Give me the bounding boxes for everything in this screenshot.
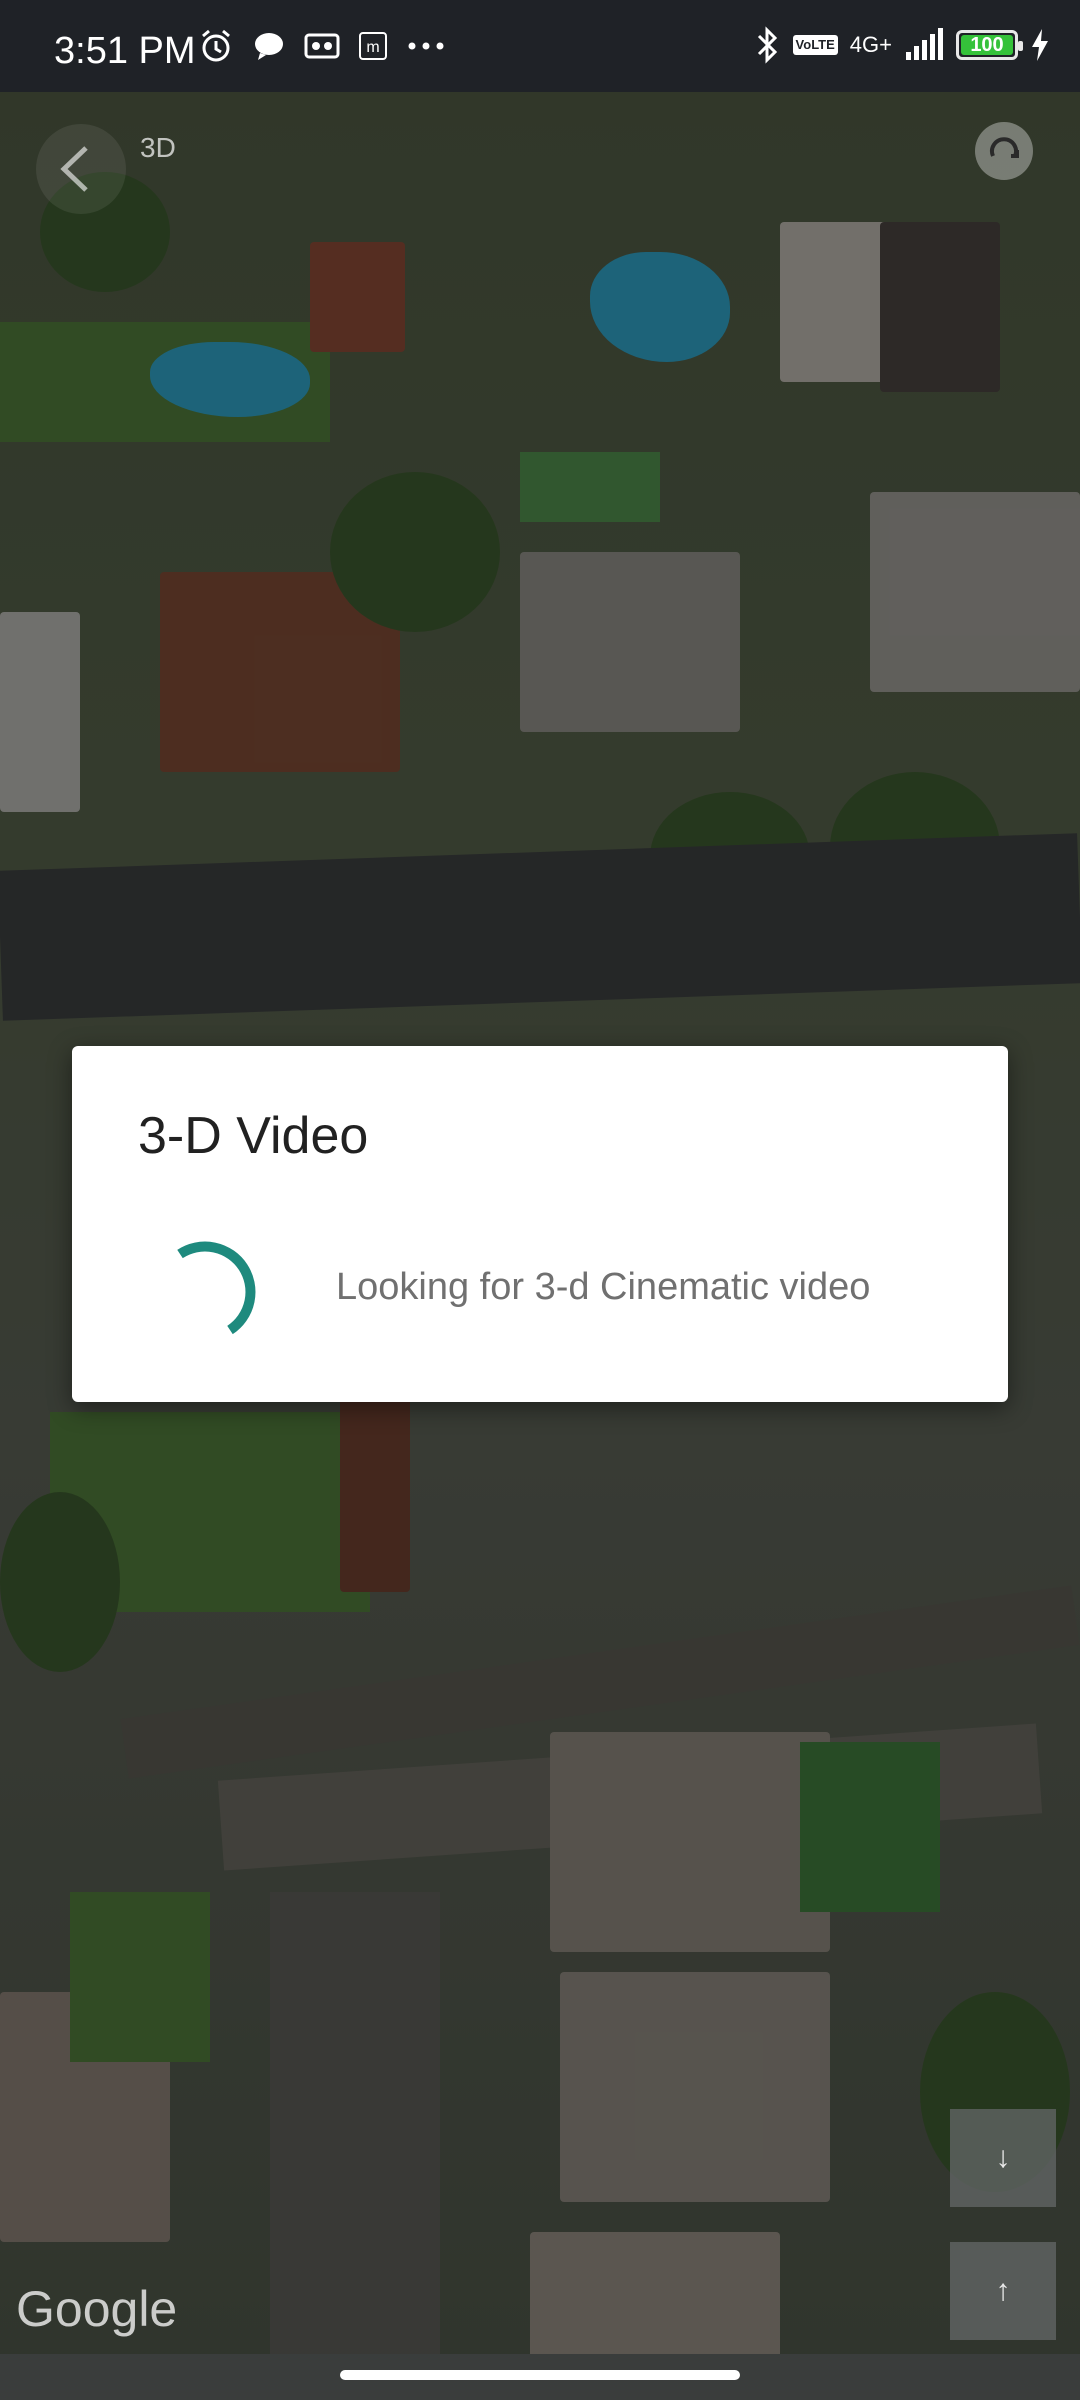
- dialog-title: 3-D Video: [138, 1107, 369, 1165]
- navigation-bar: [0, 2354, 1080, 2400]
- status-notification-icons: m: [198, 28, 446, 64]
- loading-spinner-icon: [177, 1241, 256, 1335]
- battery-level: 100: [970, 33, 1004, 56]
- network-type: 4G+: [849, 32, 892, 57]
- zoom-down-button[interactable]: ↓: [950, 2109, 1056, 2207]
- charging-bolt-icon: [1032, 29, 1048, 61]
- chat-icon: [255, 33, 283, 60]
- zoom-up-button[interactable]: ↑: [950, 2242, 1056, 2340]
- back-button[interactable]: [36, 124, 126, 214]
- status-system-icons: VoLTE 4G+ 100: [755, 26, 1050, 64]
- voicemail-icon: [304, 33, 340, 59]
- view-mode-3d[interactable]: 3D: [140, 132, 176, 164]
- back-arrow-icon: [60, 146, 88, 192]
- rotate-icon: [990, 137, 1019, 158]
- bluetooth-icon: [757, 26, 777, 64]
- volte-badge: VoLTE: [792, 35, 838, 55]
- svg-text:m: m: [366, 39, 379, 56]
- signal-icon: [906, 28, 943, 60]
- dialog-message: Looking for 3-d Cinematic video: [336, 1266, 871, 1308]
- m-icon: m: [359, 32, 387, 60]
- battery-icon: 100: [956, 30, 1023, 60]
- google-attribution: Google: [16, 2281, 178, 2337]
- status-time: 3:51 PM: [54, 30, 196, 72]
- home-indicator[interactable]: [340, 2370, 740, 2380]
- more-dots-icon: [408, 42, 444, 50]
- alarm-icon: [202, 29, 230, 62]
- status-bar: 3:51 PM m VoLTE 4G+ 100: [0, 0, 1080, 92]
- loading-dialog: 3-D Video Looking for 3-d Cinematic vide…: [72, 1046, 1008, 1402]
- rotate-button[interactable]: [975, 122, 1033, 180]
